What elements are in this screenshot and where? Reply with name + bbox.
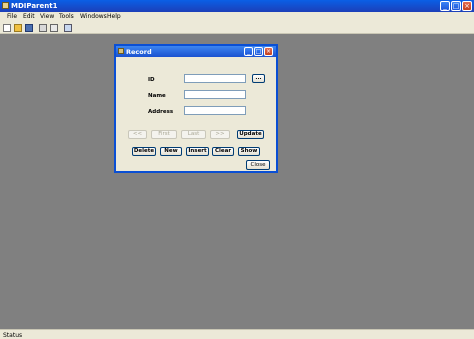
help-icon[interactable] <box>64 24 72 32</box>
open-icon[interactable] <box>14 24 22 32</box>
insert-button[interactable]: Insert <box>186 147 209 156</box>
id-label: ID <box>148 77 155 83</box>
close-button[interactable]: × <box>462 1 472 11</box>
id-field[interactable] <box>184 74 246 83</box>
clear-button[interactable]: Clear <box>212 147 234 156</box>
name-field[interactable] <box>184 90 246 99</box>
delete-button[interactable]: Delete <box>132 147 156 156</box>
status-text: Status <box>3 332 23 339</box>
menu-edit[interactable]: Edit <box>23 13 35 20</box>
print-preview-icon[interactable] <box>50 24 58 32</box>
browse-button[interactable]: ... <box>252 74 265 83</box>
toolbar <box>0 22 474 34</box>
record-minimize-button[interactable]: _ <box>244 47 253 56</box>
new-button[interactable]: New <box>160 147 182 156</box>
menu-help[interactable]: Help <box>107 13 121 20</box>
first-button[interactable]: First <box>151 130 177 139</box>
status-bar: Status <box>0 329 474 339</box>
address-field[interactable] <box>184 106 246 115</box>
close-form-button[interactable]: Close <box>246 160 270 170</box>
menu-bar: File Edit View Tools Windows Help <box>0 12 474 22</box>
next-last-button[interactable]: >> <box>210 130 230 139</box>
record-window: Record _ □ × ID ... Name Address << Firs… <box>114 44 278 173</box>
minimize-button[interactable]: _ <box>440 1 450 11</box>
first-prev-button[interactable]: << <box>128 130 147 139</box>
record-close-button[interactable]: × <box>264 47 273 56</box>
app-icon <box>2 2 9 9</box>
address-label: Address <box>148 109 174 115</box>
last-button[interactable]: Last <box>181 130 206 139</box>
maximize-button[interactable]: □ <box>451 1 461 11</box>
app-title: MDIParent1 <box>11 2 58 10</box>
record-title-bar[interactable]: Record _ □ × <box>116 46 276 57</box>
menu-tools[interactable]: Tools <box>59 13 74 20</box>
record-title: Record <box>126 48 152 56</box>
menu-windows[interactable]: Windows <box>80 13 107 20</box>
app-title-bar[interactable]: MDIParent1 _ □ × <box>0 0 474 12</box>
form-icon <box>118 48 124 54</box>
show-button[interactable]: Show <box>238 147 260 156</box>
record-maximize-button[interactable]: □ <box>254 47 263 56</box>
menu-file[interactable]: File <box>7 13 17 20</box>
update-button[interactable]: Update <box>237 130 264 139</box>
save-icon[interactable] <box>25 24 33 32</box>
name-label: Name <box>148 93 166 99</box>
menu-view[interactable]: View <box>40 13 54 20</box>
new-icon[interactable] <box>3 24 11 32</box>
print-icon[interactable] <box>39 24 47 32</box>
